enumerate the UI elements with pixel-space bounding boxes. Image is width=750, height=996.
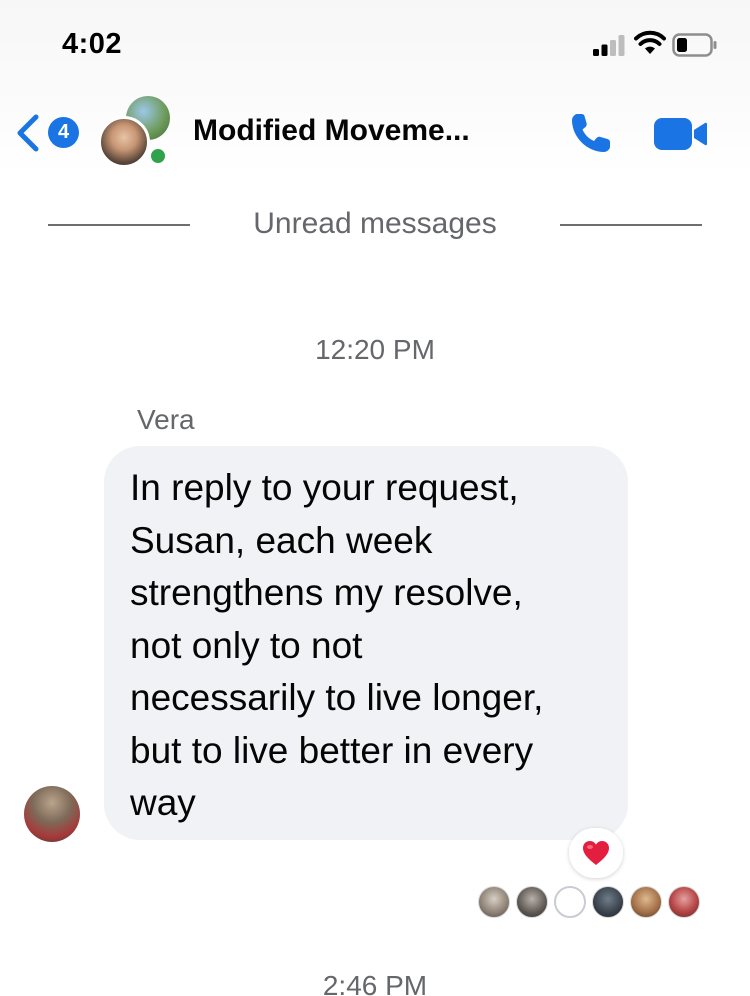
avatar[interactable] <box>24 786 80 842</box>
wifi-icon <box>634 30 666 54</box>
read-receipt-avatar <box>630 886 662 918</box>
chat-title[interactable]: Modified Moveme... <box>193 114 470 148</box>
divider-line <box>560 224 702 226</box>
messenger-chat-screen: 4:02 4 Modified Moveme... Unread message <box>0 0 750 996</box>
read-receipt-avatar <box>516 886 548 918</box>
video-camera-icon[interactable] <box>652 114 708 154</box>
read-receipt-avatar <box>668 886 700 918</box>
avatar <box>98 116 150 168</box>
sender-name: Vera <box>137 404 195 435</box>
message-text: In reply to your request, Susan, each we… <box>130 467 544 823</box>
battery-icon <box>672 33 717 57</box>
online-status-dot <box>148 146 168 166</box>
group-avatar[interactable] <box>98 96 176 170</box>
message-timestamp: 2:46 PM <box>322 970 428 996</box>
heart-icon <box>583 841 609 865</box>
read-receipts[interactable] <box>478 886 700 920</box>
read-receipt-avatar <box>592 886 624 918</box>
phone-icon[interactable] <box>568 110 614 156</box>
read-receipt-avatar <box>478 886 510 918</box>
cellular-signal-icon <box>593 35 625 56</box>
message-timestamp: 12:20 PM <box>315 334 435 365</box>
read-receipt-avatar <box>554 886 586 918</box>
chevron-left-icon <box>17 114 39 152</box>
message-bubble[interactable]: In reply to your request, Susan, each we… <box>104 446 628 840</box>
unread-count-badge: 4 <box>48 117 79 148</box>
heart-reaction[interactable] <box>569 828 623 878</box>
status-time: 4:02 <box>62 28 123 60</box>
